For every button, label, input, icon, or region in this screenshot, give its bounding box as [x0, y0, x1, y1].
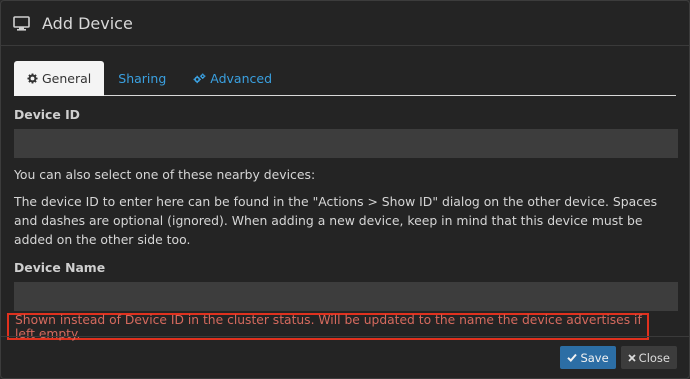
save-button[interactable]: Save — [560, 346, 616, 369]
device-id-help: The device ID to enter here can be found… — [14, 194, 658, 247]
tab-general-label: General — [42, 71, 92, 86]
add-device-dialog: Add Device General Sharing Advanced Devi… — [0, 0, 690, 379]
tab-sharing[interactable]: Sharing — [104, 61, 180, 95]
close-icon — [628, 353, 636, 362]
check-icon — [567, 353, 578, 362]
gear-icon — [27, 73, 38, 84]
tab-general[interactable]: General — [14, 61, 105, 96]
dialog-title: Add Device — [42, 13, 133, 33]
tab-advanced-label: Advanced — [210, 70, 273, 86]
monitor-icon — [13, 15, 31, 31]
dialog-footer: Save Close — [1, 336, 689, 378]
device-id-input[interactable] — [14, 129, 678, 158]
tab-bar: General Sharing Advanced — [14, 59, 676, 96]
save-button-label: Save — [580, 350, 609, 365]
device-name-label: Device Name — [14, 260, 106, 275]
tab-sharing-label: Sharing — [118, 70, 167, 86]
device-id-label: Device ID — [14, 107, 80, 122]
gears-icon — [193, 72, 206, 83]
device-name-input[interactable] — [14, 282, 678, 311]
general-panel: Device ID You can also select one of the… — [1, 107, 689, 341]
tab-advanced[interactable]: Advanced — [180, 61, 285, 95]
close-button-label: Close — [638, 350, 670, 365]
nearby-devices-help: You can also select one of these nearby … — [14, 167, 316, 182]
close-button[interactable]: Close — [620, 346, 677, 369]
dialog-header: Add Device — [1, 1, 689, 46]
